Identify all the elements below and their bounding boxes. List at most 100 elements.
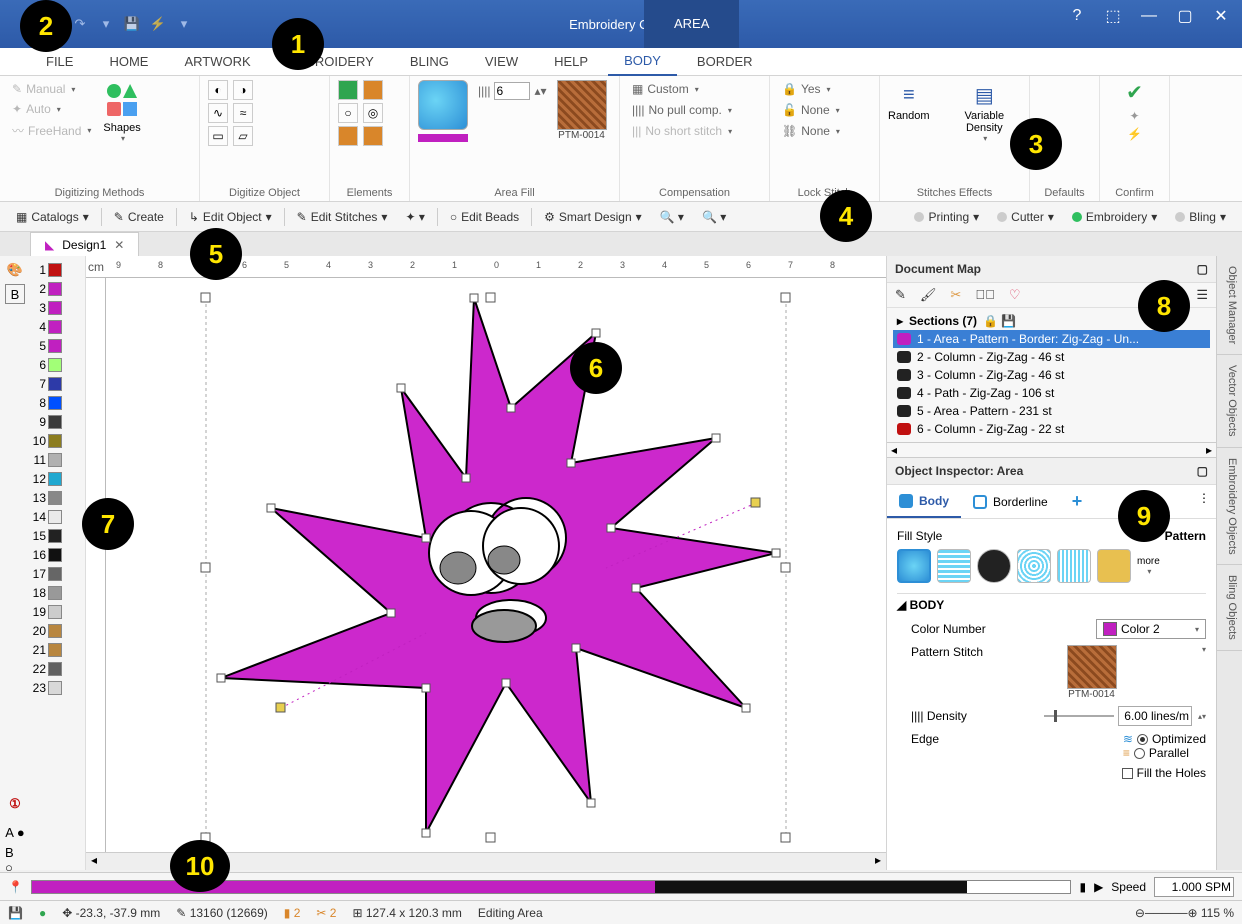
tree-item[interactable]: 6 - Column - Zig-Zag - 22 st [893,420,1210,438]
edge-parallel-radio[interactable] [1134,748,1145,759]
dobj-1-icon[interactable]: ◐ [208,80,228,100]
dobj-5-icon[interactable]: ▭ [208,126,228,146]
embroidery-toggle[interactable]: Embroidery ▾ [1066,208,1163,226]
manual-button[interactable]: ✎ Manual ▾ [8,80,95,98]
menu-home[interactable]: HOME [93,48,164,76]
design-canvas[interactable] [106,278,886,852]
color-row[interactable]: 6 [30,355,85,374]
color-row[interactable]: 21 [30,640,85,659]
colornum-select[interactable]: Color 2▾ [1096,619,1206,639]
menu-view[interactable]: VIEW [469,48,534,76]
sidetab-embroidery[interactable]: Embroidery Objects [1217,448,1242,566]
close-tab-icon[interactable]: ✕ [114,238,124,252]
color-row[interactable]: 5 [30,336,85,355]
ribbon-toggle-icon[interactable]: ⬚ [1098,4,1128,28]
printing-toggle[interactable]: Printing ▾ [908,208,985,226]
context-tab-area[interactable]: AREA [644,0,739,48]
menu-help[interactable]: HELP [538,48,604,76]
fillholes-checkbox[interactable] [1122,768,1133,779]
nopull-button[interactable]: |||| No pull comp. ▾ [628,101,736,119]
color-row[interactable]: 9 [30,412,85,431]
pitch-input[interactable]: |||| ▴▾ [474,80,551,102]
color-row[interactable]: 12 [30,469,85,488]
color-row[interactable]: 17 [30,564,85,583]
vardens-button[interactable]: ▤Variable Density▾ [948,80,1021,143]
dobj-4-icon[interactable]: ≈ [233,103,253,123]
qat-more-icon[interactable]: ▾ [176,16,192,32]
color-row[interactable]: 13 [30,488,85,507]
color-row[interactable]: 18 [30,583,85,602]
create-button[interactable]: ✎ Create [108,208,170,226]
catalogs-button[interactable]: ▦ Catalogs ▾ [10,208,95,226]
progress-handle-icon[interactable]: ▮ [1079,880,1086,894]
fillstyle-thumbs[interactable]: more▾ [897,549,1206,583]
help-icon[interactable]: ? [1062,4,1092,28]
color-row[interactable]: 10 [30,431,85,450]
color-row[interactable]: 7 [30,374,85,393]
doc-tab-design1[interactable]: ◣Design1✕ [30,232,139,256]
edit-object-button[interactable]: ↳ Edit Object ▾ [183,208,278,226]
color-row[interactable]: 23 [30,678,85,697]
color-row[interactable]: 4 [30,317,85,336]
custom-button[interactable]: ▦ Custom ▾ [628,80,703,98]
patstitch-swatch[interactable] [1067,645,1117,689]
status-zoom[interactable]: 115 % [1201,906,1234,920]
dm-brush-icon[interactable]: 🖌 [920,287,937,303]
tree-item[interactable]: 3 - Column - Zig-Zag - 46 st [893,366,1210,384]
lock-none2-button[interactable]: ⛓ None ▾ [778,122,844,140]
dm-heart-icon[interactable]: ♡ [1009,287,1021,303]
oi-menu-icon[interactable]: ⋮ [1192,485,1216,518]
random-button[interactable]: ≡Random [888,80,930,122]
zoom2-button[interactable]: 🔍 ▾ [696,208,732,226]
sidetab-bling[interactable]: Bling Objects [1217,565,1242,651]
dm-pencil-icon[interactable]: ✎ [895,287,906,303]
elem-3-icon[interactable]: ○ [338,103,358,123]
menu-file[interactable]: FILE [30,48,89,76]
tree-item[interactable]: 2 - Column - Zig-Zag - 46 st [893,348,1210,366]
speed-input[interactable] [1154,877,1234,897]
color-row[interactable]: 1 [30,260,85,279]
oi-tab-body[interactable]: Body [887,485,961,518]
edge-optimized-radio[interactable] [1137,734,1148,745]
confirm-bolt-icon[interactable]: ⚡ [1127,127,1142,141]
qat-dd2-icon[interactable]: ▾ [98,16,114,32]
qat-save-icon[interactable]: 💾 [124,16,140,32]
elem-5-icon[interactable] [338,126,358,146]
status-disk-icon[interactable]: 💾 [8,906,23,920]
smart-design-button[interactable]: ⚙ Smart Design ▾ [538,208,648,226]
dobj-2-icon[interactable]: ◑ [233,80,253,100]
color-row[interactable]: 14 [30,507,85,526]
bling-toggle[interactable]: Bling ▾ [1169,208,1232,226]
tree-item[interactable]: 4 - Path - Zig-Zag - 106 st [893,384,1210,402]
color-row[interactable]: 19 [30,602,85,621]
menu-bling[interactable]: BLING [394,48,465,76]
elem-4-icon[interactable]: ◎ [363,103,383,123]
color-row[interactable]: 15 [30,526,85,545]
edit-beads-button[interactable]: ○ Edit Beads [444,208,525,226]
menu-body[interactable]: BODY [608,48,677,76]
stitch-tool-button[interactable]: ✦ ▾ [399,208,430,226]
color-row[interactable]: 3 [30,298,85,317]
noshort-button[interactable]: ||| No short stitch ▾ [628,122,736,140]
density-slider[interactable] [1044,715,1114,717]
sidetab-vector[interactable]: Vector Objects [1217,355,1242,448]
dm-cut-icon[interactable]: ✂⃠ [975,287,995,303]
lock-none1-button[interactable]: 🔓 None ▾ [778,101,844,119]
pattern-swatch-icon[interactable] [557,80,607,130]
elem-1-icon[interactable] [338,80,358,100]
qat-bolt-icon[interactable]: ⚡ [150,16,166,32]
edit-stitches-button[interactable]: ✎ Edit Stitches ▾ [291,208,394,226]
qat-redo-icon[interactable]: ↷ [72,16,88,32]
dobj-6-icon[interactable]: ▱ [233,126,253,146]
confirm-wand-icon[interactable]: ✦ [1129,109,1139,123]
palette-warn-icon[interactable]: ① [5,794,25,814]
player-pin-icon[interactable]: 📍 [8,880,23,894]
minimize-icon[interactable]: — [1134,4,1164,28]
palette-b-icon[interactable]: B [5,284,25,304]
tree-item[interactable]: 1 - Area - Pattern - Border: Zig-Zag - U… [893,330,1210,348]
color-row[interactable]: 22 [30,659,85,678]
color-row[interactable]: 8 [30,393,85,412]
sidetab-objmgr[interactable]: Object Manager [1217,256,1242,355]
freehand-button[interactable]: 〰 FreeHand ▾ [8,120,95,141]
tree-item[interactable]: 5 - Area - Pattern - 231 st [893,402,1210,420]
